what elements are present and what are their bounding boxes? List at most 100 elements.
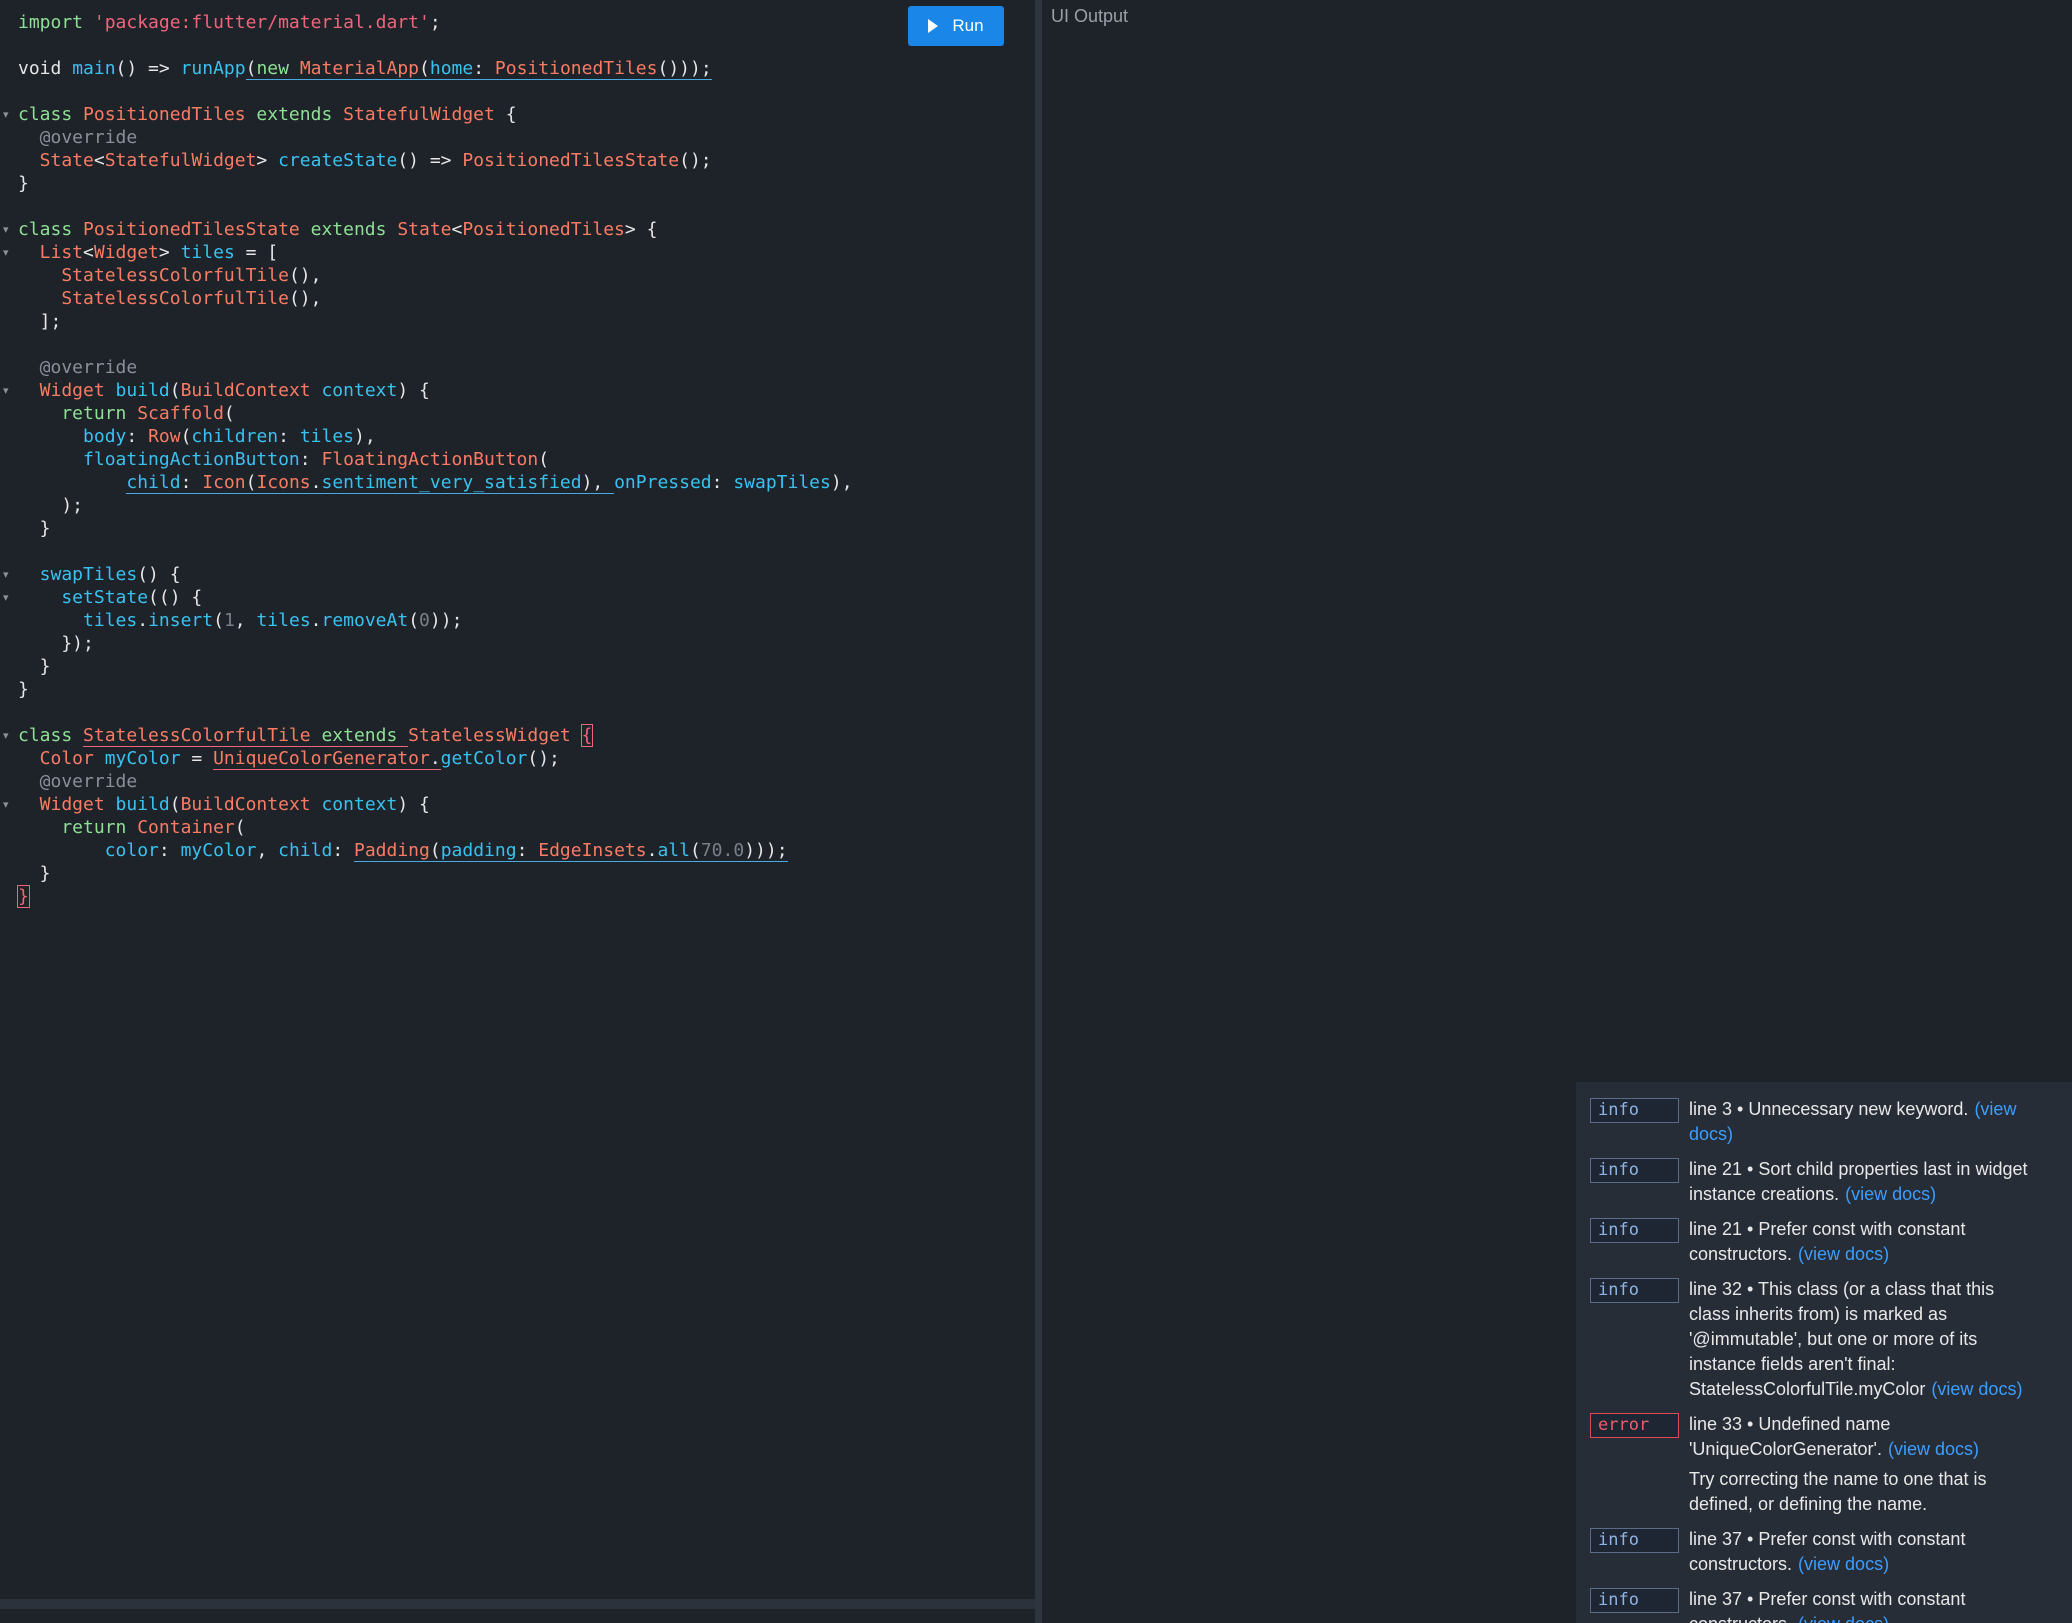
code-token: myColor — [104, 748, 181, 769]
code-token: { — [505, 104, 517, 125]
run-button-label: Run — [952, 16, 984, 35]
view-docs-link[interactable]: (view docs) — [1845, 1184, 1936, 1204]
code-line[interactable]: StatelessColorfulTile(), — [18, 264, 321, 287]
code-token: ( — [689, 840, 701, 862]
code-line[interactable]: } — [17, 885, 30, 908]
code-line[interactable]: color: myColor, child: Padding(padding: … — [18, 839, 788, 862]
code-token: ( — [245, 472, 257, 494]
code-line[interactable]: }); — [18, 632, 94, 655]
code-token: import — [18, 12, 94, 33]
code-line[interactable]: @override — [18, 356, 138, 379]
code-line[interactable]: ); — [18, 494, 83, 517]
fold-toggle-icon[interactable]: ▾ — [3, 379, 15, 402]
code-line[interactable]: class PositionedTiles extends StatefulWi… — [18, 103, 517, 126]
code-token: home — [429, 58, 474, 80]
code-token: < — [93, 150, 105, 171]
fold-toggle-icon[interactable]: ▾ — [3, 218, 15, 241]
code-token: ), — [354, 426, 376, 447]
view-docs-link[interactable]: (view docs) — [1888, 1439, 1979, 1459]
code-line[interactable]: return Scaffold( — [18, 402, 235, 425]
code-line[interactable]: import 'package:flutter/material.dart'; — [18, 11, 441, 34]
code-line[interactable]: tiles.insert(1, tiles.removeAt(0)); — [18, 609, 462, 632]
code-token: return — [18, 403, 138, 424]
code-token: swapTiles — [18, 564, 138, 585]
code-line[interactable]: } — [18, 655, 51, 678]
code-line[interactable]: ]; — [18, 310, 62, 333]
code-token: List — [18, 242, 84, 263]
problem-text: line 3 • Unnecessary new keyword. — [1689, 1099, 1969, 1119]
code-token: ())); — [657, 58, 712, 80]
code-token: (); — [679, 150, 712, 171]
code-token: PositionedTiles — [494, 58, 658, 80]
severity-badge: info — [1590, 1588, 1679, 1613]
code-line[interactable]: class PositionedTilesState extends State… — [18, 218, 657, 241]
code-token: ) { — [397, 794, 430, 815]
code-line[interactable]: setState(() { — [18, 586, 202, 609]
code-line[interactable]: Color myColor = UniqueColorGenerator.get… — [18, 747, 560, 770]
code-editor[interactable]: import 'package:flutter/material.dart'; v… — [0, 0, 1035, 1623]
code-line[interactable]: Widget build(BuildContext context) { — [18, 379, 430, 402]
code-line[interactable]: } — [18, 678, 29, 701]
code-token: > — [256, 150, 279, 171]
code-token: < — [83, 242, 94, 263]
severity-badge: info — [1590, 1158, 1679, 1183]
view-docs-link[interactable]: (view docs) — [1798, 1554, 1889, 1574]
code-token: StatefulWidget — [104, 150, 257, 171]
code-token: child — [278, 840, 333, 861]
fold-toggle-icon[interactable]: ▾ — [3, 241, 15, 264]
code-token: Padding — [354, 840, 430, 862]
fold-toggle-icon[interactable]: ▾ — [3, 793, 15, 816]
run-button[interactable]: Run — [908, 6, 1004, 46]
code-line[interactable]: void main() => runApp(new MaterialApp(ho… — [18, 57, 712, 80]
code-token: ( — [223, 403, 235, 424]
pane-splitter[interactable] — [1035, 0, 1042, 1623]
code-line[interactable]: } — [18, 172, 29, 195]
code-line[interactable]: @override — [18, 126, 138, 149]
code-token: = [ — [234, 242, 279, 263]
code-token: BuildContext — [180, 380, 322, 401]
code-line[interactable]: child: Icon(Icons.sentiment_very_satisfi… — [18, 471, 853, 494]
code-line[interactable]: body: Row(children: tiles), — [18, 425, 376, 448]
code-token: class — [18, 104, 84, 125]
code-token: > — [158, 242, 181, 263]
code-token: () => — [115, 58, 181, 79]
code-line[interactable]: Widget build(BuildContext context) { — [18, 793, 430, 816]
code-line[interactable]: class StatelessColorfulTile extends Stat… — [18, 724, 594, 747]
code-line[interactable]: return Container( — [18, 816, 245, 839]
code-token: > { — [624, 219, 658, 240]
view-docs-link[interactable]: (view docs) — [1798, 1244, 1889, 1264]
fold-toggle-icon[interactable]: ▾ — [3, 103, 15, 126]
code-token: build — [115, 794, 170, 815]
code-token: : — [516, 840, 539, 862]
view-docs-link[interactable]: (view docs) — [1931, 1379, 2022, 1399]
code-token: new — [256, 58, 300, 80]
problem-message: line 21 • Sort child properties last in … — [1689, 1157, 2039, 1207]
code-line[interactable]: @override — [18, 770, 138, 793]
code-line[interactable]: StatelessColorfulTile(), — [18, 287, 321, 310]
code-line[interactable]: } — [18, 517, 51, 540]
fold-toggle-icon[interactable]: ▾ — [3, 563, 15, 586]
code-token: : — [299, 449, 322, 470]
severity-badge: info — [1590, 1218, 1679, 1243]
code-line[interactable]: List<Widget> tiles = [ — [18, 241, 278, 264]
code-token: StatelessWidget — [408, 725, 582, 746]
code-line[interactable]: State<StatefulWidget> createState() => P… — [18, 149, 712, 172]
code-token: : — [158, 840, 181, 861]
fold-toggle-icon[interactable]: ▾ — [3, 586, 15, 609]
code-token: ( — [169, 380, 181, 401]
code-line[interactable]: } — [18, 862, 51, 885]
code-token: build — [115, 380, 170, 401]
code-token: PositionedTiles — [462, 219, 625, 240]
view-docs-link[interactable]: (view docs) — [1798, 1614, 1889, 1623]
code-token: main — [72, 58, 116, 79]
code-line[interactable]: swapTiles() { — [18, 563, 181, 586]
editor-horizontal-scrollbar[interactable] — [0, 1599, 1035, 1609]
code-token: Color — [18, 748, 105, 769]
fold-toggle-icon[interactable]: ▾ — [3, 724, 15, 747]
code-token: ( — [538, 449, 550, 470]
code-token: : — [473, 58, 495, 80]
code-token: StatefulWidget — [343, 104, 506, 125]
severity-badge: info — [1590, 1278, 1679, 1303]
code-line[interactable]: floatingActionButton: FloatingActionButt… — [18, 448, 549, 471]
